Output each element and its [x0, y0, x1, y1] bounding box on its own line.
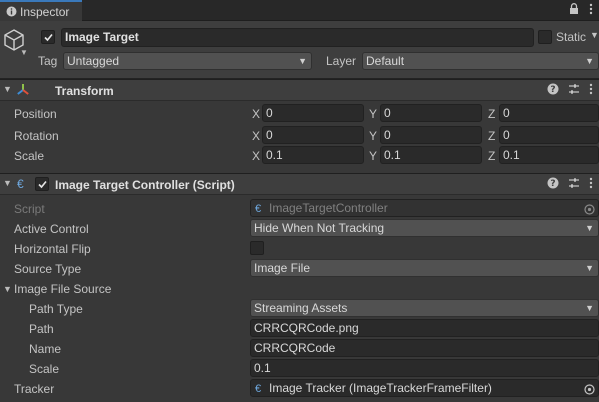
transform-header-tools: ?: [547, 83, 593, 98]
tag-dropdown[interactable]: Untagged ▼: [63, 52, 312, 70]
active-control-value: Hide When Not Tracking: [254, 221, 385, 235]
rotation-z-field[interactable]: 0: [499, 126, 599, 144]
transform-header[interactable]: ▼ Transform ?: [0, 79, 599, 101]
rotation-z-axis-label[interactable]: Z: [488, 129, 495, 143]
scale-z-field[interactable]: 0.1: [499, 146, 599, 164]
active-control-label: Active Control: [14, 222, 89, 236]
position-y-axis-label[interactable]: Y: [369, 107, 377, 121]
help-icon[interactable]: ?: [547, 83, 559, 98]
path-label: Path: [29, 322, 54, 336]
active-control-dropdown[interactable]: Hide When Not Tracking ▼: [250, 219, 599, 237]
tracker-value: Image Tracker (ImageTrackerFrameFilter): [269, 381, 492, 395]
image-file-source-label[interactable]: Image File Source: [14, 282, 111, 296]
layer-dropdown[interactable]: Default ▼: [362, 52, 599, 70]
script-icon: €: [255, 383, 262, 395]
image-scale-label: Scale: [29, 362, 60, 376]
name-label: Name: [29, 342, 62, 356]
gameobject-active-checkbox[interactable]: [41, 30, 55, 44]
horizontal-flip-checkbox[interactable]: [250, 241, 264, 255]
presets-icon[interactable]: [568, 177, 580, 192]
path-type-label: Path Type: [29, 302, 83, 316]
tracker-object-field[interactable]: € Image Tracker (ImageTrackerFrameFilter…: [250, 379, 599, 397]
horizontal-flip-label: Horizontal Flip: [14, 242, 91, 256]
static-label: Static: [556, 30, 587, 44]
scale-y-axis-label[interactable]: Y: [369, 149, 377, 163]
checkmark-icon: [43, 33, 53, 41]
position-label: Position: [14, 107, 57, 121]
more-menu-icon[interactable]: [589, 3, 593, 18]
position-z-field[interactable]: 0: [499, 104, 599, 122]
tab-bar: Inspector: [0, 0, 599, 21]
tag-dropdown-value: Untagged: [67, 54, 120, 68]
transform-title: Transform: [55, 84, 114, 98]
object-picker-icon[interactable]: [584, 383, 595, 395]
scale-label: Scale: [14, 149, 45, 163]
lock-icon[interactable]: [569, 3, 579, 18]
path-type-dropdown[interactable]: Streaming Assets ▼: [250, 299, 599, 317]
rotation-label: Rotation: [14, 129, 59, 143]
position-y-field[interactable]: 0: [380, 104, 482, 122]
fold-triangle-icon[interactable]: ▼: [3, 84, 12, 94]
script-label: Script: [14, 202, 45, 216]
object-picker-icon: [584, 203, 595, 215]
scale-y-field[interactable]: 0.1: [380, 146, 482, 164]
svg-text:?: ?: [550, 85, 555, 95]
script-object-field: € ImageTargetController: [250, 199, 599, 217]
component-menu-icon[interactable]: [589, 83, 593, 98]
info-icon: [5, 6, 17, 18]
source-type-label: Source Type: [14, 262, 82, 276]
scale-x-field[interactable]: 0.1: [262, 146, 364, 164]
chevron-down-icon: ▼: [298, 56, 307, 66]
script-icon: €: [17, 177, 24, 191]
chevron-down-icon: ▼: [585, 223, 594, 233]
position-x-field[interactable]: 0: [262, 104, 364, 122]
source-type-value: Image File: [254, 261, 311, 275]
controller-header-tools: ?: [547, 177, 593, 192]
tab-inspector[interactable]: Inspector: [0, 0, 82, 21]
image-target-controller-header[interactable]: ▼ € Image Target Controller (Script) ?: [0, 173, 599, 195]
chevron-down-icon: ▼: [585, 303, 594, 313]
layer-dropdown-value: Default: [366, 54, 405, 68]
component-enabled-checkbox[interactable]: [35, 177, 49, 191]
tag-label: Tag: [38, 54, 58, 68]
image-file-source-fold-icon[interactable]: ▼: [3, 284, 12, 294]
path-type-value: Streaming Assets: [254, 301, 348, 315]
position-z-axis-label[interactable]: Z: [488, 107, 495, 121]
layer-label: Layer: [326, 54, 357, 68]
name-input[interactable]: CRRCQRCode: [250, 339, 599, 357]
fold-triangle-icon[interactable]: ▼: [3, 178, 12, 188]
scale-z-axis-label[interactable]: Z: [488, 149, 495, 163]
rotation-y-field[interactable]: 0: [380, 126, 482, 144]
chevron-down-icon: ▼: [585, 263, 594, 273]
transform-axes-icon: [16, 83, 30, 100]
rotation-y-axis-label[interactable]: Y: [369, 129, 377, 143]
script-value: ImageTargetController: [269, 201, 388, 215]
script-icon: €: [255, 203, 262, 215]
gameobject-header: ▼ Image Target Static ▼ Tag Untagged ▼ L…: [0, 21, 599, 79]
svg-text:?: ?: [550, 179, 555, 189]
rotation-x-axis-label[interactable]: X: [252, 129, 260, 143]
static-dropdown-caret-icon[interactable]: ▼: [590, 30, 599, 40]
path-input[interactable]: CRRCQRCode.png: [250, 319, 599, 337]
rotation-x-field[interactable]: 0: [262, 126, 364, 144]
component-menu-icon[interactable]: [589, 177, 593, 192]
tracker-label: Tracker: [14, 382, 55, 396]
chevron-down-icon: ▼: [585, 56, 594, 66]
static-checkbox[interactable]: [538, 30, 552, 44]
image-scale-input[interactable]: 0.1: [250, 359, 599, 377]
checkmark-icon: [37, 180, 47, 188]
help-icon[interactable]: ?: [547, 177, 559, 192]
gameobject-name-field[interactable]: Image Target: [61, 28, 534, 47]
position-x-axis-label[interactable]: X: [252, 107, 260, 121]
image-target-controller-title: Image Target Controller (Script): [55, 178, 235, 192]
icon-dropdown-caret-icon[interactable]: ▼: [20, 48, 28, 57]
presets-icon[interactable]: [568, 83, 580, 98]
tab-bar-controls: [569, 3, 593, 18]
tab-inspector-label: Inspector: [20, 4, 70, 19]
scale-x-axis-label[interactable]: X: [252, 149, 260, 163]
source-type-dropdown[interactable]: Image File ▼: [250, 259, 599, 277]
